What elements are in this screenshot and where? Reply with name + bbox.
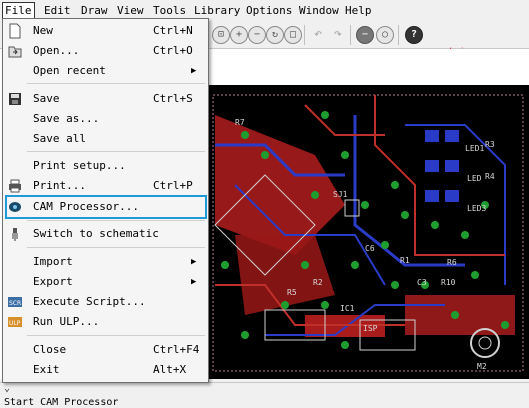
menu-item-print-setup[interactable]: Print setup...	[3, 156, 208, 176]
menu-draw[interactable]: Draw	[79, 3, 110, 19]
zoom-select-icon[interactable]: □	[284, 26, 302, 44]
printer-icon	[7, 178, 23, 194]
toolbar-separator	[398, 25, 399, 45]
stop-icon[interactable]: −	[356, 26, 374, 44]
help-icon[interactable]: ?	[405, 26, 423, 44]
menu-window[interactable]: Window	[297, 3, 341, 19]
ulp-icon: ULP	[7, 314, 23, 330]
pcb-board-view[interactable]: SJ1 LED1 LED R3 R4 LED3 R1 R6 R10 C3 M2 …	[205, 85, 529, 379]
status-text: Start CAM Processor	[4, 397, 119, 408]
file-menu-dropdown: New Ctrl+N Open... Ctrl+O Open recent ▶ …	[2, 18, 209, 383]
menu-tools[interactable]: Tools	[151, 3, 188, 19]
pcb-label: ISP	[363, 324, 378, 333]
menu-help[interactable]: Help	[343, 3, 374, 19]
pcb-label: R1	[400, 256, 410, 265]
menu-separator	[27, 220, 205, 221]
zoom-redraw-icon[interactable]: ↻	[266, 26, 284, 44]
submenu-arrow-icon: ▶	[191, 277, 197, 287]
pcb-label: SJ1	[333, 190, 348, 199]
pcb-label: M2	[477, 362, 487, 371]
pcb-layout-graphic: SJ1 LED1 LED R3 R4 LED3 R1 R6 R10 C3 M2 …	[212, 94, 524, 372]
pcb-label: R2	[313, 278, 323, 287]
toolbar-separator	[304, 25, 305, 45]
pcb-label: LED3	[467, 204, 486, 213]
submenu-arrow-icon: ▶	[191, 257, 197, 267]
redo-icon[interactable]: ↷	[330, 26, 346, 42]
pcb-label: R7	[235, 118, 245, 127]
new-document-icon	[7, 23, 23, 39]
menu-item-new[interactable]: New Ctrl+N	[3, 21, 208, 41]
svg-text:SCR: SCR	[9, 300, 21, 307]
zoom-out-icon[interactable]: −	[248, 26, 266, 44]
pcb-label: LED	[467, 174, 482, 183]
menu-item-cam-processor[interactable]: CAM Processor...	[3, 197, 208, 217]
menu-view[interactable]: View	[115, 3, 146, 19]
open-folder-icon	[7, 43, 23, 59]
menu-library[interactable]: Library	[192, 3, 242, 19]
menu-item-exit[interactable]: Exit Alt+X	[3, 360, 208, 380]
menu-item-open[interactable]: Open... Ctrl+O	[3, 41, 208, 61]
pcb-label: R3	[485, 140, 495, 149]
zoom-fit-icon[interactable]: ⊡	[212, 26, 230, 44]
pcb-label: C6	[365, 244, 375, 253]
undo-icon[interactable]: ↶	[310, 26, 326, 42]
pcb-label: R10	[441, 278, 456, 287]
menu-item-save[interactable]: Save Ctrl+S	[3, 89, 208, 109]
menu-item-execute-script[interactable]: SCR Execute Script...	[3, 292, 208, 312]
menu-item-export[interactable]: Export ▶	[3, 272, 208, 292]
menu-options[interactable]: Options	[244, 3, 294, 19]
menu-edit[interactable]: Edit	[42, 3, 73, 19]
pcb-label: LED1	[465, 144, 484, 153]
schematic-switch-icon	[7, 226, 23, 242]
pcb-label: R5	[287, 288, 297, 297]
menu-item-save-as[interactable]: Save as...	[3, 109, 208, 129]
pcb-label: IC1	[340, 304, 355, 313]
cam-processor-icon	[7, 199, 23, 215]
menu-item-import[interactable]: Import ▶	[3, 252, 208, 272]
submenu-arrow-icon: ▶	[191, 66, 197, 76]
menu-item-open-recent[interactable]: Open recent ▶	[3, 61, 208, 81]
menu-separator	[27, 151, 205, 152]
zoom-in-icon[interactable]: +	[230, 26, 248, 44]
menu-item-print[interactable]: Print... Ctrl+P	[3, 176, 208, 196]
chevron-down-icon[interactable]: ⌄	[4, 383, 10, 394]
menu-item-run-ulp[interactable]: ULP Run ULP...	[3, 312, 208, 332]
menu-separator	[27, 247, 205, 248]
floppy-disk-icon	[7, 91, 23, 107]
status-bar: ⌄ Start CAM Processor	[0, 382, 529, 408]
pcb-label: C3	[417, 278, 427, 287]
pcb-label: R6	[447, 258, 457, 267]
menu-item-close[interactable]: Close Ctrl+F4	[3, 340, 208, 360]
toolbar-separator	[350, 25, 351, 45]
menu-separator	[27, 83, 205, 84]
svg-text:ULP: ULP	[9, 320, 21, 327]
script-icon: SCR	[7, 294, 23, 310]
menu-separator	[27, 335, 205, 336]
menu-item-save-all[interactable]: Save all	[3, 129, 208, 149]
menu-item-switch-to-schematic[interactable]: Switch to schematic	[3, 224, 208, 244]
pcb-label: R4	[485, 172, 495, 181]
go-icon[interactable]: ○	[376, 26, 394, 44]
